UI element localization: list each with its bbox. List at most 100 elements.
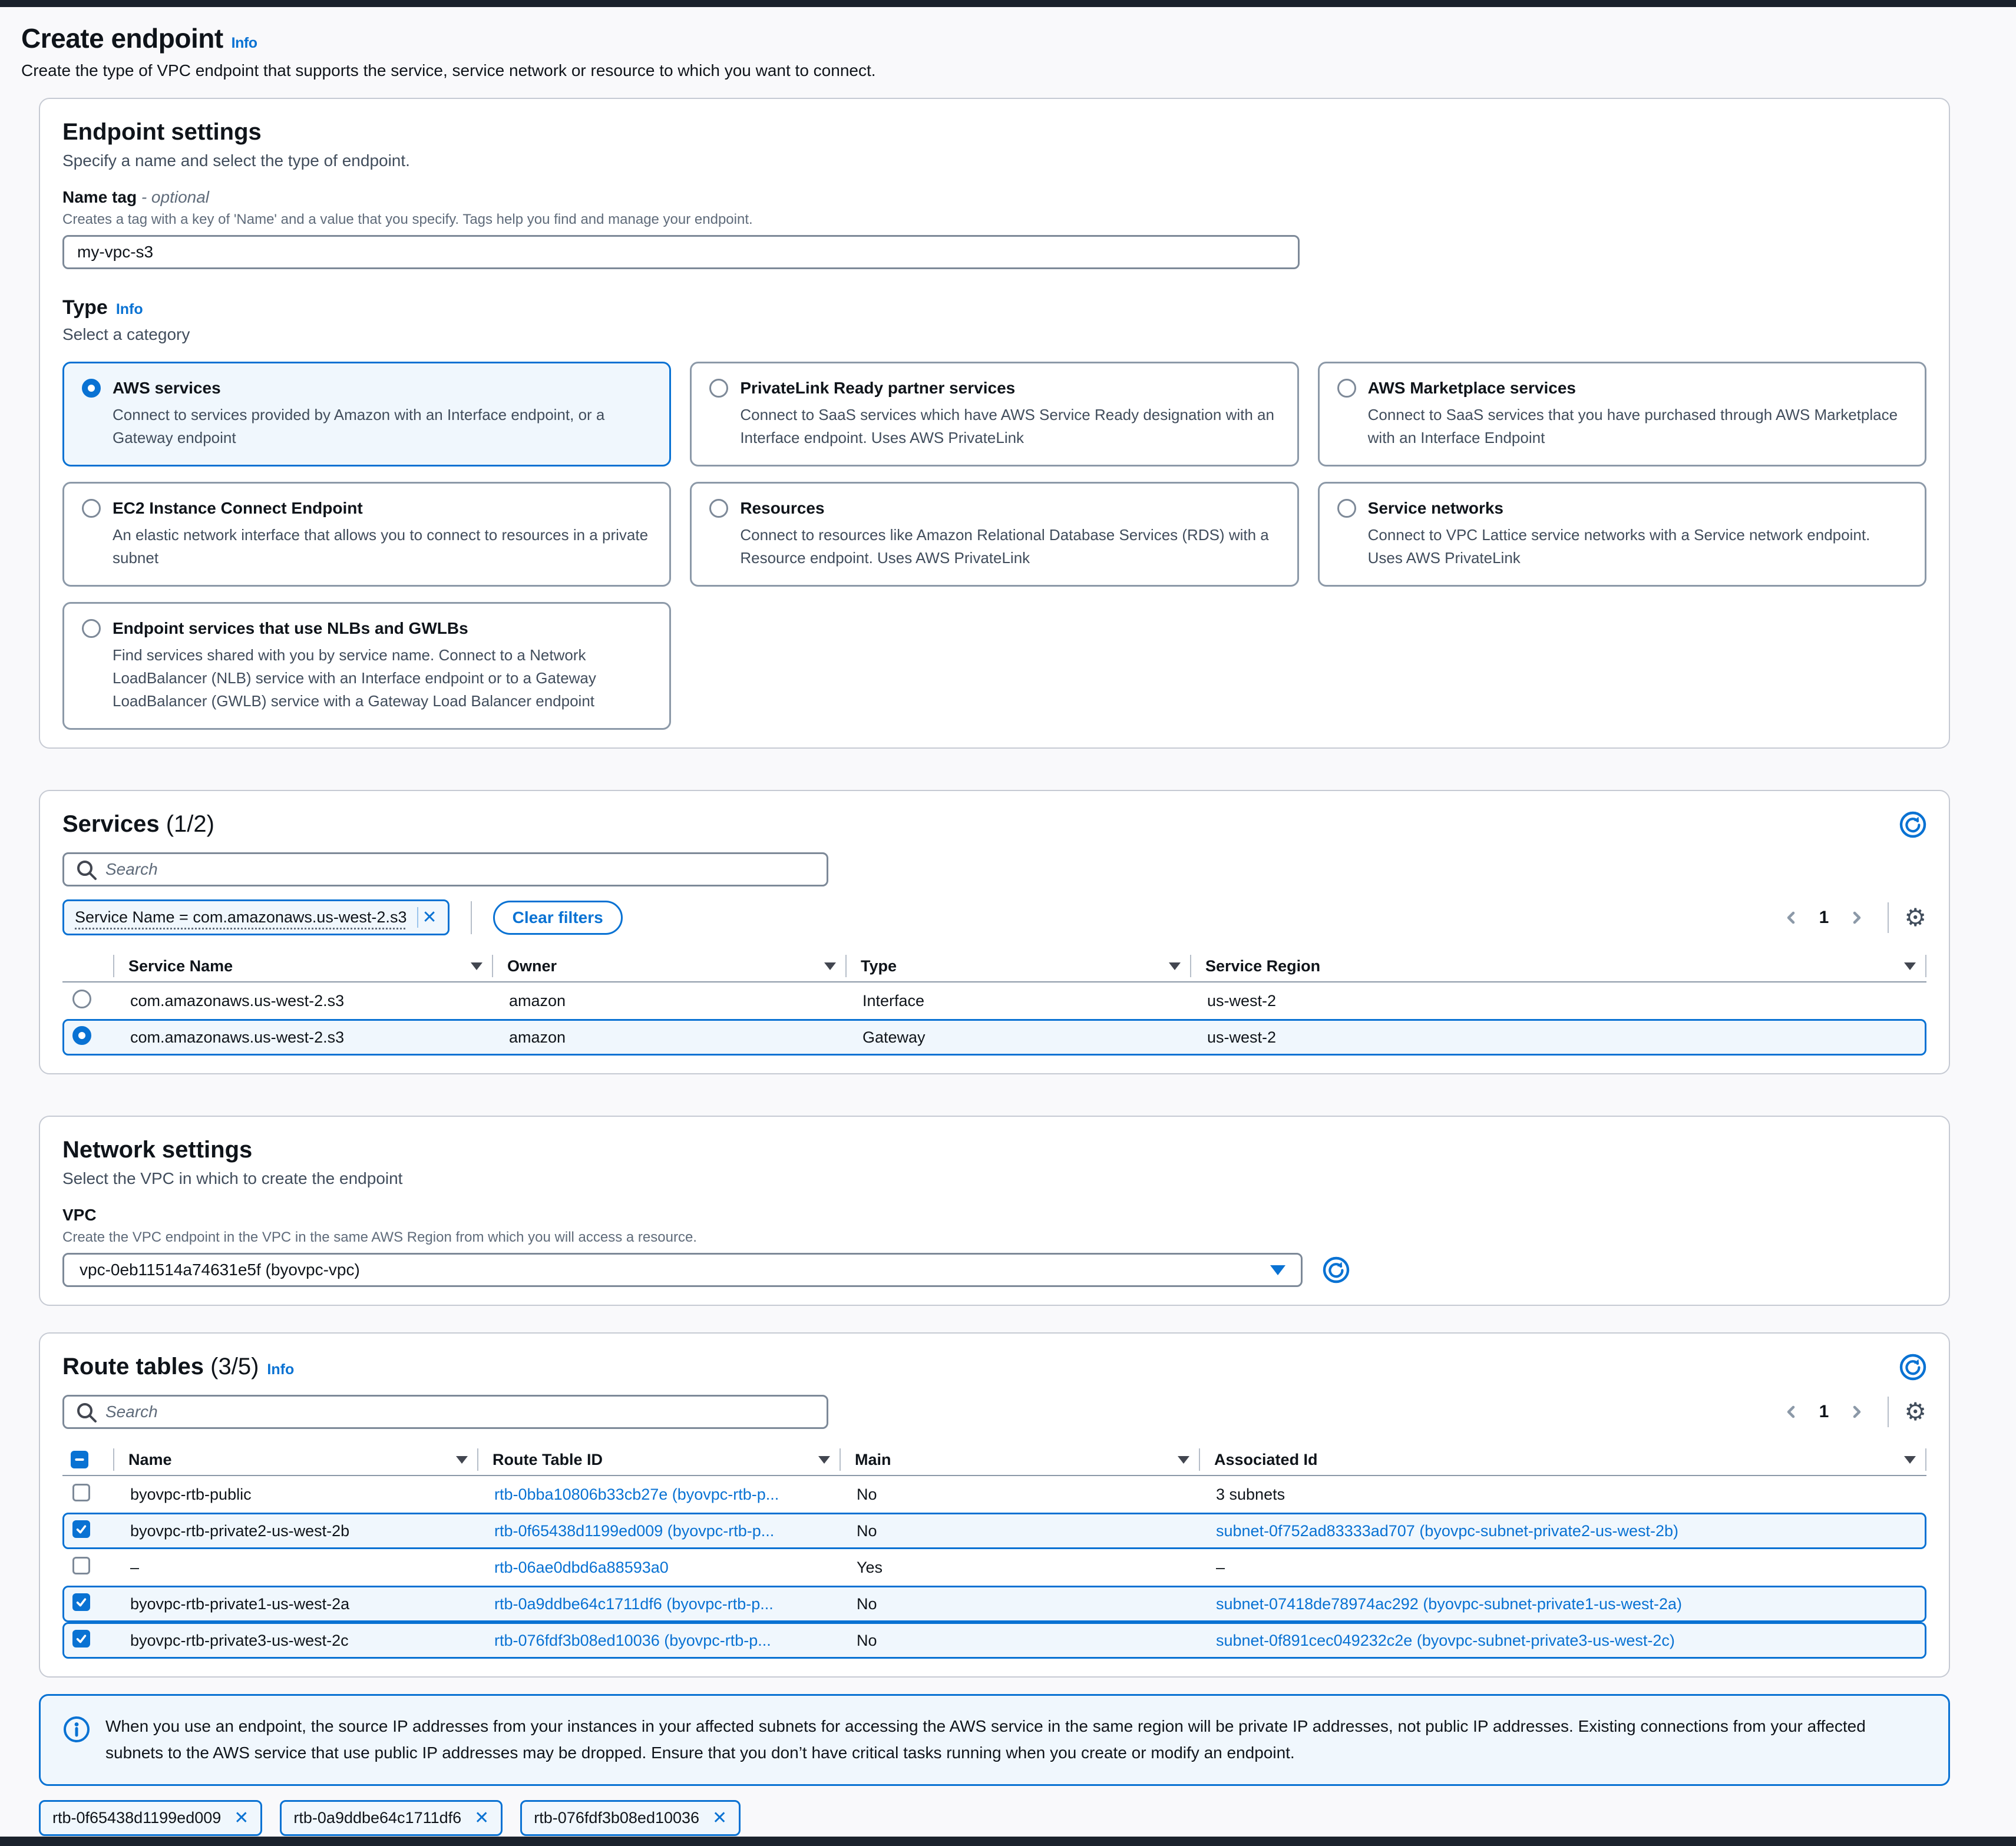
page-info-link[interactable]: Info (232, 35, 257, 51)
create-endpoint-page: Create endpointInfo Create the type of V… (0, 7, 2016, 1846)
name-tag-input[interactable] (62, 235, 1300, 269)
clear-filters-button[interactable]: Clear filters (493, 901, 623, 935)
column-main: Main (855, 1451, 891, 1469)
sort-icon[interactable] (456, 1456, 468, 1464)
search-icon (75, 858, 97, 881)
route-tables-info-link[interactable]: Info (267, 1361, 294, 1378)
type-option-title: EC2 Instance Connect Endpoint (113, 499, 363, 518)
sort-icon[interactable] (1178, 1456, 1189, 1464)
row-checkbox-checked[interactable] (72, 1593, 90, 1611)
type-option-resources[interactable]: Resources Connect to resources like Amaz… (690, 482, 1298, 587)
page-number[interactable]: 1 (1811, 908, 1837, 928)
route-table-row[interactable]: – rtb-06ae0dbd6a88593a0 Yes – (62, 1549, 1926, 1586)
type-option-aws-services[interactable]: AWS services Connect to services provide… (62, 362, 671, 467)
prev-page-icon[interactable] (1776, 908, 1806, 927)
subnets-popover-trigger[interactable]: 3 subnets (1216, 1486, 1285, 1503)
route-table-token[interactable]: rtb-0f65438d1199ed009 ✕ (39, 1800, 262, 1836)
name-cell: byovpc-rtb-public (116, 1486, 480, 1504)
services-search[interactable] (62, 852, 828, 886)
type-option-description: Connect to services provided by Amazon w… (113, 403, 652, 449)
route-table-id-link[interactable]: rtb-0a9ddbe64c1711df6 (byovpc-rtb-p... (494, 1595, 774, 1613)
route-table-row-selected[interactable]: byovpc-rtb-private3-us-west-2c rtb-076fd… (62, 1622, 1926, 1659)
route-table-token[interactable]: rtb-076fdf3b08ed10036 ✕ (520, 1800, 741, 1836)
type-info-link[interactable]: Info (116, 301, 143, 317)
refresh-vpc-button[interactable] (1323, 1256, 1350, 1283)
remove-token-icon[interactable]: ✕ (230, 1808, 249, 1828)
row-checkbox-unchecked[interactable] (72, 1557, 90, 1574)
radio-unchecked-icon[interactable] (72, 990, 91, 1008)
sort-icon[interactable] (1904, 962, 1916, 970)
owner-cell: amazon (495, 992, 848, 1010)
route-table-id-link[interactable]: rtb-06ae0dbd6a88593a0 (494, 1559, 669, 1576)
radio-checked-icon[interactable] (82, 379, 101, 398)
route-table-id-link[interactable]: rtb-0f65438d1199ed009 (byovpc-rtb-p... (494, 1522, 774, 1540)
main-cell: No (842, 1486, 1202, 1504)
filter-token[interactable]: Service Name = com.amazonaws.us-west-2.s… (62, 899, 450, 935)
sort-icon[interactable] (471, 962, 482, 970)
type-label: Type (62, 296, 108, 319)
filter-token-label[interactable]: Service Name = com.amazonaws.us-west-2.s… (75, 908, 406, 927)
subnet-link[interactable]: subnet-0f891cec049232c2e (byovpc-subnet-… (1216, 1632, 1675, 1649)
type-option-description: Connect to SaaS services which have AWS … (740, 403, 1279, 449)
radio-unchecked-icon[interactable] (1337, 499, 1356, 518)
column-service-name: Service Name (128, 957, 233, 975)
optional-label: - optional (141, 188, 209, 206)
row-checkbox-checked[interactable] (72, 1520, 90, 1538)
sort-icon[interactable] (818, 1456, 830, 1464)
page-number[interactable]: 1 (1811, 1402, 1837, 1422)
select-all-checkbox-indeterminate[interactable] (71, 1451, 88, 1468)
gear-icon[interactable]: ⚙ (1904, 905, 1926, 930)
route-tables-search[interactable] (62, 1395, 828, 1429)
type-option-title: Service networks (1368, 499, 1503, 518)
remove-token-icon[interactable]: ✕ (471, 1808, 489, 1828)
prev-page-icon[interactable] (1776, 1402, 1806, 1421)
type-option-service-networks[interactable]: Service networks Connect to VPC Lattice … (1318, 482, 1926, 587)
radio-unchecked-icon[interactable] (709, 499, 728, 518)
radio-unchecked-icon[interactable] (82, 499, 101, 518)
column-type: Type (861, 957, 897, 975)
row-checkbox-checked[interactable] (72, 1630, 90, 1647)
radio-unchecked-icon[interactable] (82, 619, 101, 638)
caret-down-icon (1270, 1265, 1285, 1275)
route-tables-search-input[interactable] (105, 1402, 816, 1421)
route-table-id-link[interactable]: rtb-0bba10806b33cb27e (byovpc-rtb-p... (494, 1486, 779, 1503)
remove-token-icon[interactable]: ✕ (709, 1808, 727, 1828)
radio-unchecked-icon[interactable] (1337, 379, 1356, 398)
type-option-title: Endpoint services that use NLBs and GWLB… (113, 619, 468, 638)
radio-unchecked-icon[interactable] (709, 379, 728, 398)
associated-id-cell: – (1202, 1559, 1925, 1577)
radio-checked-icon[interactable] (72, 1026, 91, 1045)
vpc-select[interactable]: vpc-0eb11514a74631e5f (byovpc-vpc) (62, 1253, 1303, 1287)
route-table-token[interactable]: rtb-0a9ddbe64c1711df6 ✕ (280, 1800, 503, 1836)
next-page-icon[interactable] (1842, 1402, 1872, 1421)
info-alert-text: When you use an endpoint, the source IP … (105, 1713, 1866, 1766)
services-pagination: 1 ⚙ (1776, 902, 1926, 933)
sort-icon[interactable] (824, 962, 836, 970)
type-option-nlb-gwlb[interactable]: Endpoint services that use NLBs and GWLB… (62, 602, 671, 730)
row-checkbox-unchecked[interactable] (72, 1484, 90, 1501)
main-cell: No (842, 1595, 1202, 1613)
services-title: Services (62, 811, 160, 837)
sort-icon[interactable] (1169, 962, 1181, 970)
type-option-marketplace[interactable]: AWS Marketplace services Connect to SaaS… (1318, 362, 1926, 467)
page-header: Create endpointInfo Create the type of V… (21, 22, 1950, 80)
next-page-icon[interactable] (1842, 908, 1872, 927)
divider (1888, 902, 1889, 933)
sort-icon[interactable] (1904, 1456, 1916, 1464)
service-row[interactable]: com.amazonaws.us-west-2.s3 amazon Interf… (62, 982, 1926, 1019)
subnet-link[interactable]: subnet-0f752ad83333ad707 (byovpc-subnet-… (1216, 1522, 1678, 1540)
services-search-input[interactable] (105, 860, 816, 879)
gear-icon[interactable]: ⚙ (1904, 1400, 1926, 1424)
route-tables-panel: Route tables (3/5)Info 1 ⚙ Name Route Ta… (39, 1332, 1950, 1678)
remove-filter-icon[interactable]: ✕ (417, 907, 437, 928)
route-table-row[interactable]: byovpc-rtb-public rtb-0bba10806b33cb27e … (62, 1476, 1926, 1513)
refresh-button[interactable] (1899, 811, 1926, 838)
type-option-ec2-instance-connect[interactable]: EC2 Instance Connect Endpoint An elastic… (62, 482, 671, 587)
route-table-row-selected[interactable]: byovpc-rtb-private1-us-west-2a rtb-0a9dd… (62, 1586, 1926, 1622)
route-table-row-selected[interactable]: byovpc-rtb-private2-us-west-2b rtb-0f654… (62, 1513, 1926, 1549)
route-table-id-link[interactable]: rtb-076fdf3b08ed10036 (byovpc-rtb-p... (494, 1632, 771, 1649)
service-row-selected[interactable]: com.amazonaws.us-west-2.s3 amazon Gatewa… (62, 1019, 1926, 1056)
type-option-privatelink-partner[interactable]: PrivateLink Ready partner services Conne… (690, 362, 1298, 467)
subnet-link[interactable]: subnet-07418de78974ac292 (byovpc-subnet-… (1216, 1595, 1682, 1613)
refresh-route-tables-button[interactable] (1899, 1354, 1926, 1381)
